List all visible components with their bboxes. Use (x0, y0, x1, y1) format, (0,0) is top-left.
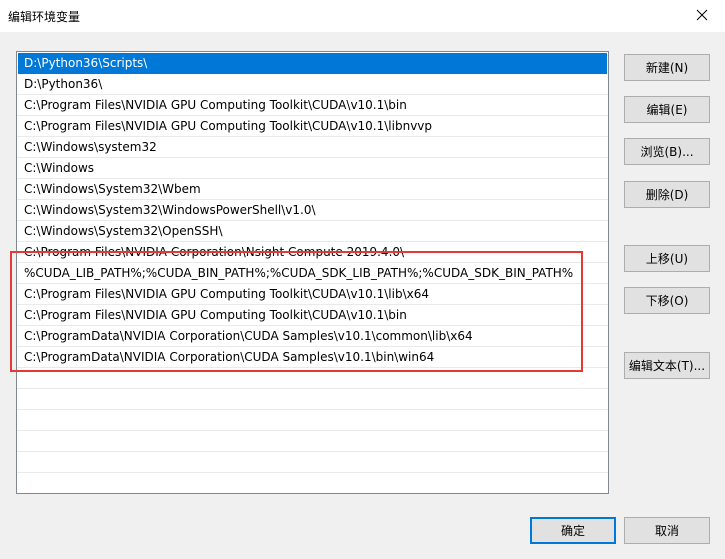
window-title: 编辑环境变量 (8, 10, 81, 24)
path-list-item[interactable]: C:\Windows\System32\Wbem (17, 179, 608, 200)
path-list-item[interactable]: C:\ProgramData\NVIDIA Corporation\CUDA S… (17, 326, 608, 347)
path-list-item[interactable]: C:\Windows (17, 158, 608, 179)
path-list[interactable]: D:\Python36\Scripts\ D:\Python36\ C:\Progr… (16, 51, 609, 494)
ok-button[interactable]: 确定 (530, 517, 616, 544)
path-list-item[interactable]: C:\Windows\System32\WindowsPowerShell\v1… (17, 200, 608, 221)
path-list-item[interactable]: C:\ProgramData\NVIDIA Corporation\CUDA S… (17, 347, 608, 368)
path-list-item[interactable]: C:\Program Files\NVIDIA GPU Computing To… (17, 284, 608, 305)
edit-text-button[interactable]: 编辑文本(T)... (624, 352, 710, 379)
path-list-item[interactable]: C:\Program Files\NVIDIA GPU Computing To… (17, 95, 608, 116)
empty-list-row (17, 473, 608, 493)
empty-list-row (17, 389, 608, 410)
path-list-item[interactable]: C:\Program Files\NVIDIA GPU Computing To… (17, 305, 608, 326)
path-list-item[interactable]: %CUDA_LIB_PATH%;%CUDA_BIN_PATH%;%CUDA_SD… (17, 263, 608, 284)
empty-list-row (17, 410, 608, 431)
path-list-item[interactable]: C:\Windows\system32 (17, 137, 608, 158)
empty-list-row (17, 431, 608, 452)
edit-button[interactable]: 编辑(E) (624, 96, 710, 123)
cancel-button[interactable]: 取消 (624, 517, 710, 544)
path-list-item[interactable]: C:\Windows\System32\OpenSSH\ (17, 221, 608, 242)
path-list-item[interactable]: D:\Python36\ (17, 74, 608, 95)
close-icon (696, 9, 708, 21)
new-button[interactable]: 新建(N) (624, 54, 710, 81)
title-bar: 编辑环境变量 (0, 0, 725, 32)
empty-list-row (17, 368, 608, 389)
path-list-item[interactable]: C:\Program Files\NVIDIA GPU Computing To… (17, 116, 608, 137)
browse-button[interactable]: 浏览(B)... (624, 138, 710, 165)
path-list-item[interactable]: D:\Python36\Scripts\ (18, 53, 607, 74)
move-up-button[interactable]: 上移(U) (624, 245, 710, 272)
move-down-button[interactable]: 下移(O) (624, 287, 710, 314)
close-button[interactable] (679, 0, 725, 30)
empty-list-row (17, 452, 608, 473)
delete-button[interactable]: 删除(D) (624, 181, 710, 208)
path-list-item[interactable]: C:\Program Files\NVIDIA Corporation\Nsig… (17, 242, 608, 263)
